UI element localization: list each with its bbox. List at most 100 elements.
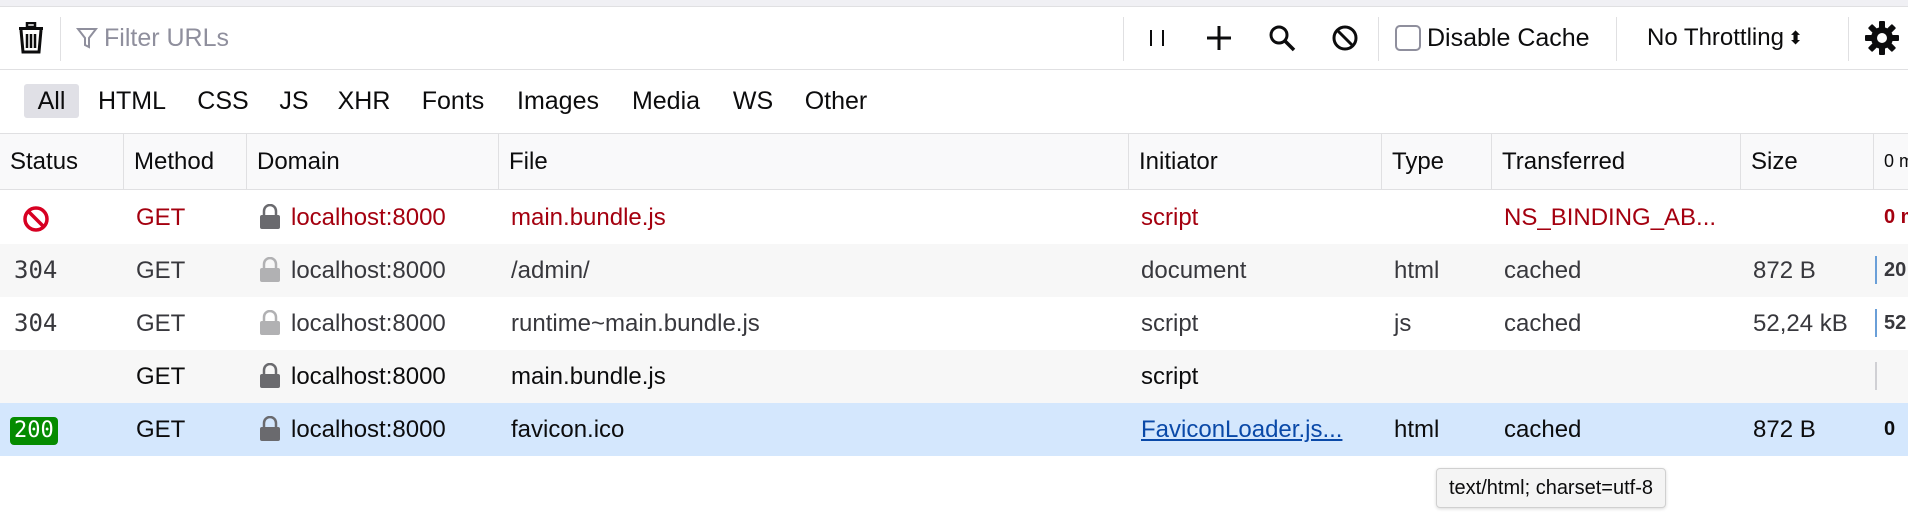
waterfall-timing: 0 [1884, 418, 1896, 440]
status-cell: 200 [0, 403, 124, 456]
status-cell [0, 350, 124, 403]
initiator-cell: FaviconLoader.js... [1129, 403, 1382, 456]
filter-media[interactable]: Media [630, 84, 702, 118]
initiator-cell: document [1141, 257, 1247, 284]
method-cell: GET [136, 204, 186, 231]
method-cell: GET [136, 416, 186, 443]
filter-urls-input[interactable]: Filter URLs [76, 7, 1116, 69]
initiator-link[interactable]: FaviconLoader.js... [1141, 416, 1342, 443]
transferred-cell [1492, 350, 1741, 403]
network-toolbar: Filter URLs Disable Cache No Throttling … [0, 7, 1908, 70]
lock-icon [260, 203, 280, 229]
block-icon [1332, 25, 1358, 51]
size-cell: 872 B [1753, 257, 1816, 284]
filter-all[interactable]: All [24, 84, 79, 118]
domain-text: localhost:8000 [291, 416, 446, 443]
domain-text: localhost:8000 [291, 310, 446, 337]
size-cell [1741, 191, 1874, 244]
filter-other[interactable]: Other [802, 84, 870, 118]
column-header-type[interactable]: Type [1382, 134, 1492, 189]
column-header-status[interactable]: Status [0, 134, 124, 189]
filter-html[interactable]: HTML [97, 84, 167, 118]
table-row[interactable]: GET localhost:8000 main.bundle.js script… [0, 191, 1908, 244]
search-button[interactable] [1268, 7, 1296, 69]
clear-button[interactable] [18, 7, 44, 69]
domain-text: localhost:8000 [291, 363, 446, 390]
column-header-size[interactable]: Size [1741, 134, 1874, 189]
blocked-icon [23, 205, 49, 232]
disable-cache-label: Disable Cache [1427, 23, 1590, 52]
file-cell: runtime~main.bundle.js [511, 310, 760, 337]
size-cell [1741, 350, 1874, 403]
filter-icon [76, 28, 98, 49]
lock-icon [260, 362, 280, 388]
column-header-transferred[interactable]: Transferred [1492, 134, 1741, 189]
transferred-cell: NS_BINDING_AB... [1504, 204, 1717, 231]
filter-css[interactable]: CSS [196, 84, 250, 118]
file-cell: main.bundle.js [511, 363, 666, 390]
pause-button[interactable] [1145, 7, 1169, 69]
throttling-select[interactable]: No Throttling ⬍ [1647, 7, 1803, 69]
toolbar-separator [1378, 17, 1379, 61]
column-header-method[interactable]: Method [124, 134, 247, 189]
table-row[interactable]: 304 GET localhost:8000 runtime~main.bund… [0, 297, 1908, 350]
method-cell: GET [136, 363, 186, 390]
domain-text: localhost:8000 [291, 204, 446, 231]
domain-text: localhost:8000 [291, 257, 446, 284]
mime-type-tooltip: text/html; charset=utf-8 [1436, 468, 1666, 508]
initiator-cell: script [1141, 363, 1199, 390]
filter-ws[interactable]: WS [732, 84, 774, 118]
initiator-cell: script [1141, 310, 1199, 337]
domain-cell: localhost:8000 [247, 244, 499, 297]
status-cell [0, 191, 124, 244]
column-header-initiator[interactable]: Initiator [1129, 134, 1382, 189]
request-type-filter-bar: All HTML CSS JS XHR Fonts Images Media W… [0, 70, 1908, 134]
type-cell: html [1394, 416, 1440, 443]
table-row-selected[interactable]: 200 GET localhost:8000 favicon.ico Favic… [0, 403, 1908, 456]
waterfall-bar [1875, 256, 1877, 284]
status-cell: 304 [14, 309, 58, 337]
column-header-waterfall[interactable]: 0 m [1874, 134, 1908, 189]
trash-icon [19, 22, 43, 54]
initiator-cell: script [1141, 204, 1199, 231]
file-cell: /admin/ [511, 257, 590, 284]
lock-icon [260, 415, 280, 441]
updown-chevron-icon: ⬍ [1787, 27, 1804, 48]
top-border [0, 0, 1908, 7]
table-row[interactable]: GET localhost:8000 main.bundle.js script [0, 350, 1908, 403]
transferred-cell: cached [1504, 310, 1582, 337]
add-request-button[interactable] [1205, 7, 1233, 69]
throttling-value: No Throttling [1647, 24, 1784, 51]
checkbox-box[interactable] [1395, 25, 1421, 51]
waterfall-timing: 0 m [1884, 206, 1908, 228]
block-requests-button[interactable] [1331, 7, 1359, 69]
settings-button[interactable] [1864, 7, 1900, 69]
type-cell: html [1394, 257, 1440, 284]
type-cell [1382, 191, 1492, 244]
pause-icon [1150, 30, 1164, 46]
toolbar-separator [1616, 17, 1617, 61]
toolbar-separator [1123, 17, 1124, 61]
filter-fonts[interactable]: Fonts [420, 84, 486, 118]
column-header-file[interactable]: File [499, 134, 1129, 189]
waterfall-bar [1875, 362, 1877, 390]
filter-placeholder: Filter URLs [104, 23, 230, 52]
file-cell: main.bundle.js [511, 204, 666, 231]
type-cell: js [1394, 310, 1412, 337]
size-cell: 52,24 kB [1753, 310, 1848, 337]
waterfall-timing: 52 [1884, 312, 1907, 334]
type-cell [1382, 350, 1492, 403]
domain-cell: localhost:8000 [247, 297, 499, 350]
search-icon [1269, 25, 1296, 52]
domain-cell: localhost:8000 [247, 191, 499, 244]
filter-xhr[interactable]: XHR [337, 84, 391, 118]
disable-cache-checkbox[interactable]: Disable Cache [1395, 7, 1590, 69]
filter-images[interactable]: Images [516, 84, 600, 118]
table-row[interactable]: 304 GET localhost:8000 /admin/ document … [0, 244, 1908, 297]
waterfall-timing: 20 [1884, 259, 1907, 281]
plus-icon [1207, 26, 1231, 50]
column-header-domain[interactable]: Domain [247, 134, 499, 189]
requests-table-header: Status Method Domain File Initiator Type… [0, 134, 1908, 190]
lock-icon [260, 309, 280, 335]
filter-js[interactable]: JS [278, 84, 310, 118]
